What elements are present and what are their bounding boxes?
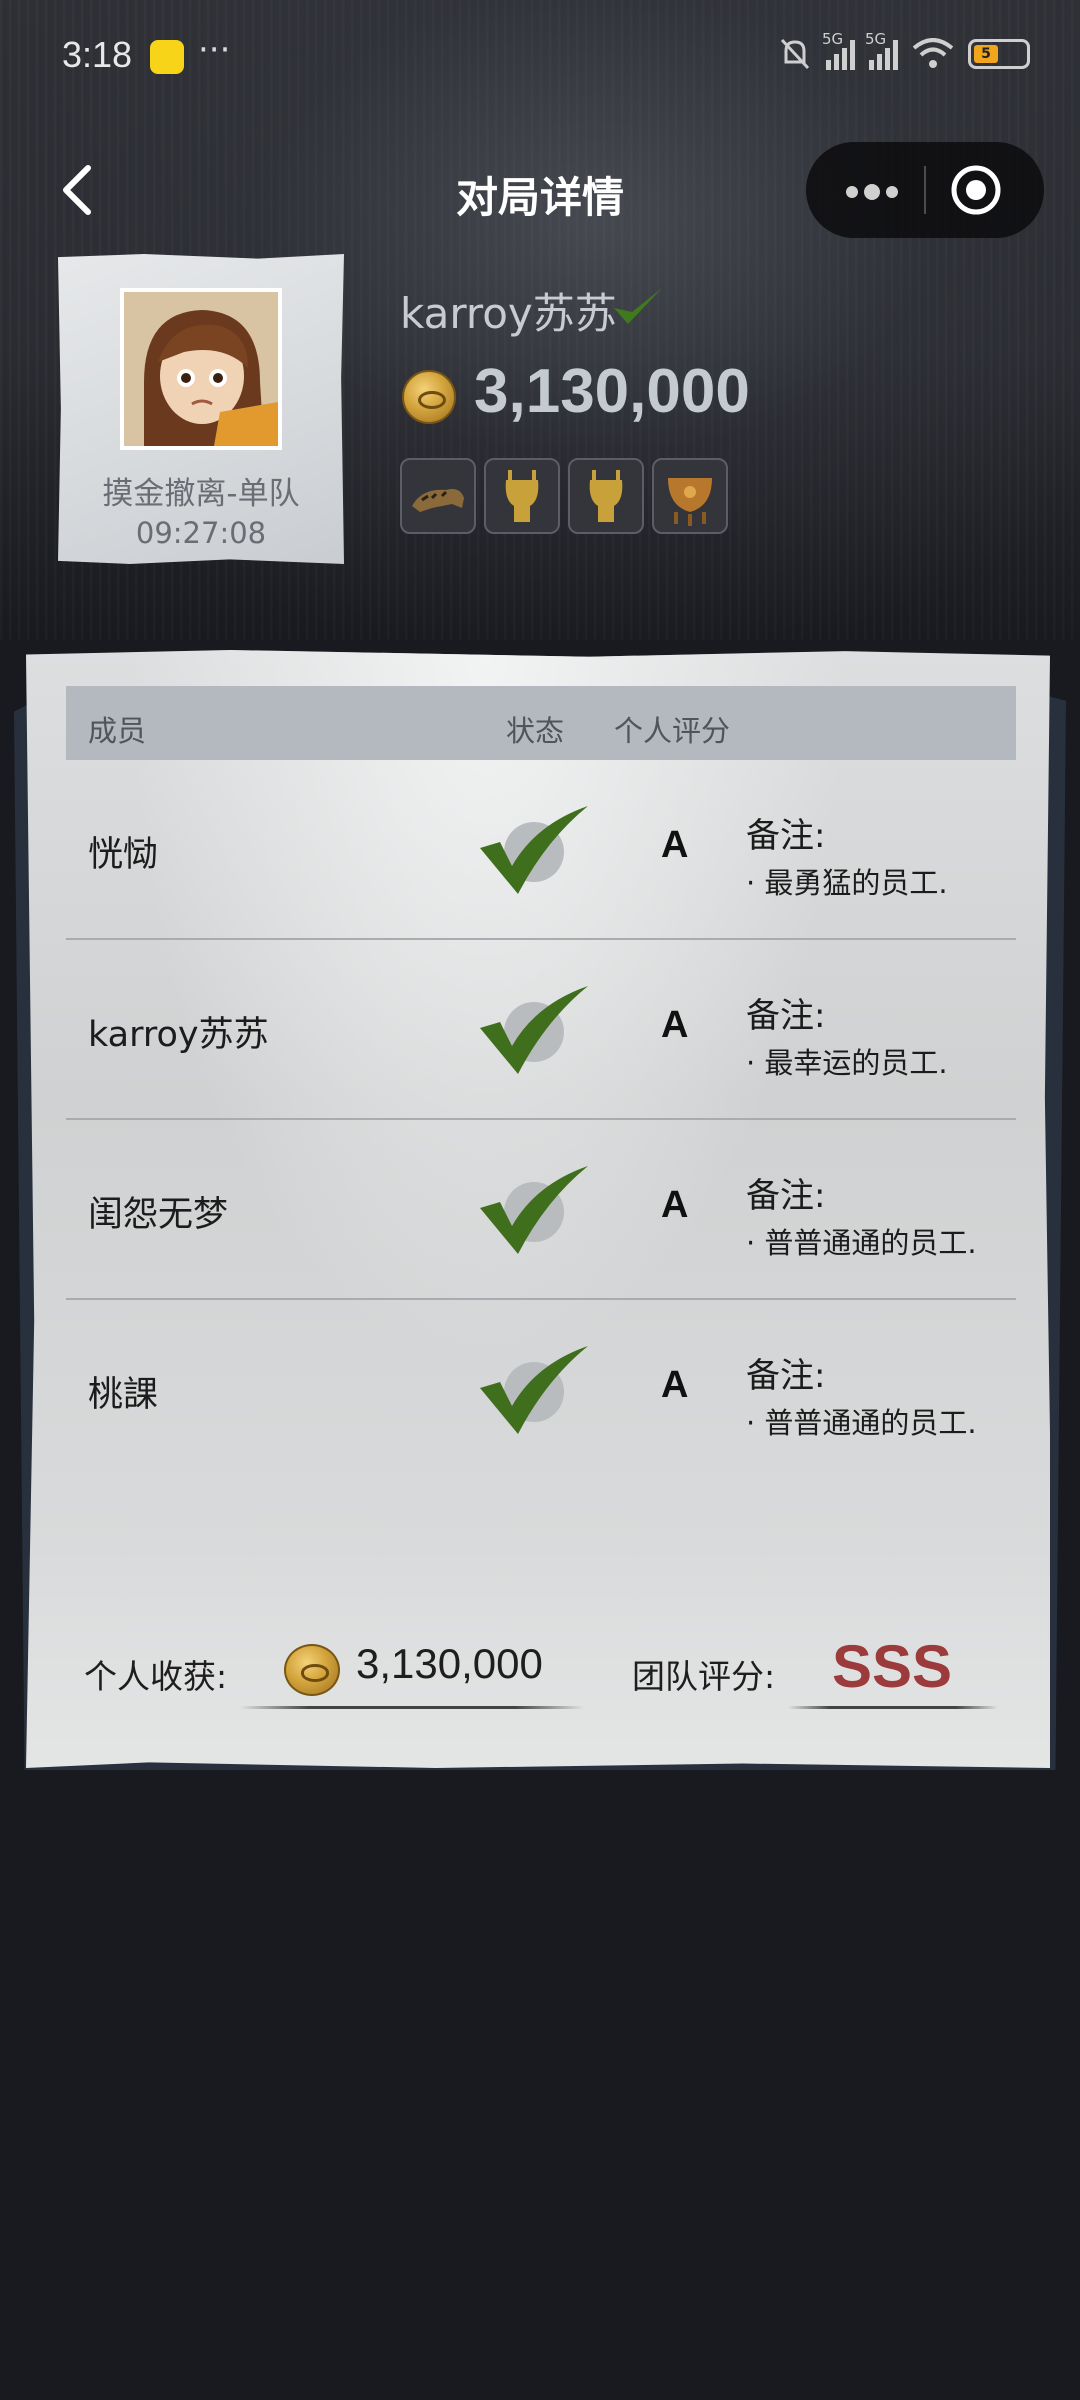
tiger-figurine-icon [412, 489, 464, 512]
checkmark-icon [480, 1166, 588, 1254]
header-score: 个人评分 [614, 714, 731, 748]
player-name: karroy苏苏 [400, 289, 617, 338]
note-text: · 最幸运的员工. [746, 1046, 948, 1080]
profile-card: 摸金撤离-单队 09:27:08 [58, 254, 344, 564]
bronze-cauldron-icon [668, 478, 712, 526]
notification-app-icon [150, 40, 184, 74]
member-name: 桃課 [88, 1375, 159, 1415]
checkmark-icon [480, 806, 588, 894]
more-button[interactable] [824, 162, 914, 218]
coin-icon [284, 1644, 340, 1696]
note-title: 备注: [746, 1176, 826, 1216]
table-row[interactable]: 闺怨无梦 A 备注: · 普普通通的员工. [66, 1120, 1016, 1300]
capsule-divider [924, 166, 926, 214]
checkmark-icon [614, 288, 662, 324]
golden-vessel-icon [589, 470, 623, 522]
note-text: · 普普通通的员工. [746, 1226, 977, 1260]
battery-icon: 5 [968, 39, 1030, 69]
avatar [120, 288, 282, 450]
table-header: 成员 状态 个人评分 [66, 686, 1016, 760]
match-time: 09:27:08 [135, 516, 267, 550]
personal-grade: A [661, 1364, 689, 1406]
note-title: 备注: [746, 1356, 826, 1396]
checkmark-icon [480, 986, 588, 1074]
note-text: · 普普通通的员工. [746, 1406, 977, 1440]
header-status: 状态 [506, 714, 565, 748]
personal-grade: A [661, 1184, 689, 1226]
status-bar: 3:18 ··· 5G 5G 5 [0, 0, 1080, 110]
game-mode-label: 摸金撤离-单队 [102, 476, 300, 512]
mini-program-capsule [806, 142, 1044, 238]
mute-bell-icon [780, 38, 810, 70]
more-notifications-icon: ··· [198, 30, 231, 70]
note-title: 备注: [746, 996, 826, 1036]
total-value: 3,130,000 [474, 357, 750, 426]
personal-grade: A [661, 1004, 689, 1046]
team-underline [788, 1706, 998, 1709]
item-slot-cauldron[interactable] [652, 458, 728, 534]
status-icons: 5G 5G 5 [778, 30, 1030, 74]
coin-icon [402, 370, 456, 424]
table-row[interactable]: 恍恸 A 备注: · 最勇猛的员工. [66, 760, 1016, 940]
signal-icon-2: 5G [865, 30, 898, 70]
item-slot-vessel-2[interactable] [568, 458, 644, 534]
item-slot-tiger[interactable] [400, 458, 476, 534]
golden-vessel-icon [505, 470, 539, 522]
signal-icon: 5G [822, 30, 855, 70]
item-slot-vessel-1[interactable] [484, 458, 560, 534]
note-text: · 最勇猛的员工. [746, 866, 948, 900]
dot-icon [846, 186, 858, 198]
dot-icon [886, 186, 898, 198]
wifi-icon [912, 38, 954, 68]
personal-grade: A [661, 824, 689, 866]
checkmark-icon [480, 1346, 588, 1434]
income-underline [240, 1706, 584, 1709]
status-time: 3:18 [62, 34, 133, 75]
header-member: 成员 [88, 714, 147, 748]
note-title: 备注: [746, 816, 826, 856]
income-label: 个人收获: [84, 1657, 228, 1696]
target-icon [951, 165, 1001, 215]
table-row[interactable]: 桃課 A 备注: · 普普通通的员工. [66, 1300, 1016, 1480]
team-score-label: 团队评分: [632, 1657, 776, 1696]
member-name: 闺怨无梦 [88, 1195, 229, 1235]
dot-icon [864, 184, 880, 200]
member-name: 恍恸 [88, 835, 159, 875]
close-mini-program-button[interactable] [946, 162, 1006, 218]
member-name: karroy苏苏 [88, 1015, 269, 1055]
team-grade: SSS [832, 1633, 953, 1700]
table-row[interactable]: karroy苏苏 A 备注: · 最幸运的员工. [66, 940, 1016, 1120]
character-portrait-icon [124, 292, 278, 446]
income-value: 3,130,000 [356, 1640, 543, 1687]
